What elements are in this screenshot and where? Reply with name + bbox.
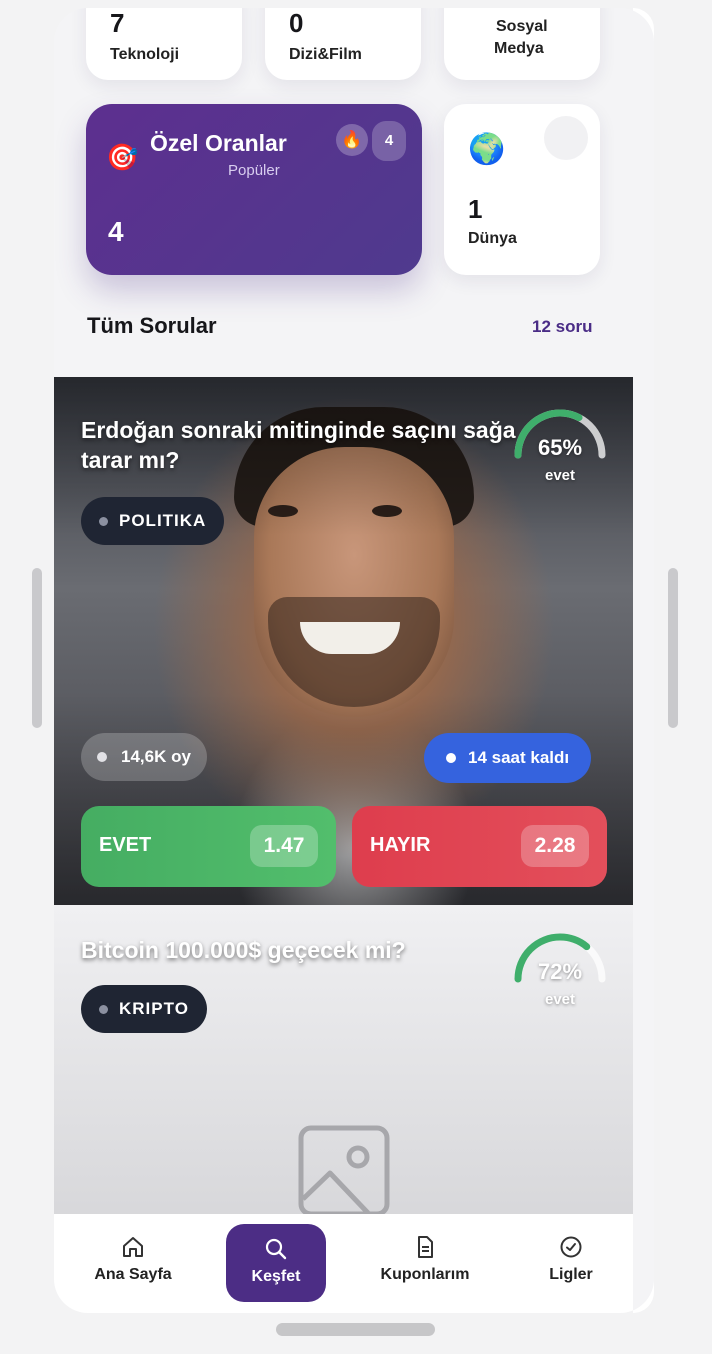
- category-tag: POLITIKA: [81, 497, 225, 545]
- question-card[interactable]: Erdoğan sonraki mitinginde saçını sağa t…: [54, 377, 633, 905]
- home-indicator[interactable]: [276, 1323, 435, 1336]
- section-title: Tüm Sorular: [87, 313, 217, 338]
- category-card-social-media[interactable]: Sosyal Medya: [444, 8, 600, 80]
- category-count: 7: [110, 8, 125, 38]
- search-icon: [226, 1234, 326, 1264]
- question-title: Erdoğan sonraki mitinginde saçını sağa t…: [81, 417, 516, 473]
- probability-gauge: 72% evet: [512, 933, 608, 1013]
- fire-icon: 🔥: [336, 124, 368, 156]
- category-label: Teknoloji: [110, 46, 180, 63]
- nav-item-home[interactable]: Ana Sayfa: [73, 1232, 193, 1284]
- bet-yes-odds: 1.47: [250, 825, 318, 867]
- special-odds-count: 4: [108, 216, 124, 247]
- category-label: Dizi&Film: [289, 46, 362, 63]
- side-button-right: [668, 568, 678, 728]
- dart-icon: 🎯: [106, 142, 139, 172]
- category-card-technology[interactable]: 7 Teknoloji: [86, 8, 242, 80]
- gauge-percent: 65%: [537, 435, 583, 460]
- explore-content: 7 Teknoloji 0 Dizi&Film Sosyal Medya 🎯 Ö…: [54, 8, 633, 1313]
- side-button-left: [32, 568, 42, 728]
- category-tag: KRIPTO: [81, 985, 207, 1033]
- bet-yes-label: EVET: [99, 834, 152, 856]
- special-odds-badge: 4: [372, 121, 406, 161]
- category-card-series-film[interactable]: 0 Dizi&Film: [265, 8, 421, 80]
- special-odds-subtitle: Popüler: [228, 162, 280, 179]
- bottom-navigation: Ana Sayfa Keşfet Kuponlarım Ligler: [54, 1214, 633, 1313]
- globe-icon: 🌍: [468, 133, 506, 166]
- nav-label: Ana Sayfa: [94, 1266, 172, 1283]
- bet-no-button[interactable]: HAYIR 2.28: [352, 806, 607, 887]
- check-circle-icon: [511, 1232, 631, 1262]
- category-label-line2: Medya: [494, 40, 544, 57]
- gauge-label: evet: [544, 467, 576, 484]
- home-icon: [73, 1232, 193, 1262]
- category-card-world[interactable]: 🌍 1 Dünya: [444, 104, 600, 275]
- vote-count: 14,6K oy: [81, 733, 207, 781]
- bet-yes-button[interactable]: EVET 1.47: [81, 806, 336, 887]
- bet-no-odds: 2.28: [521, 825, 589, 867]
- nav-label: Kuponlarım: [380, 1266, 470, 1283]
- nav-label: Ligler: [549, 1266, 593, 1283]
- probability-gauge: 65% evet: [512, 409, 608, 489]
- nav-item-coupons[interactable]: Kuponlarım: [365, 1232, 485, 1284]
- gauge-label: evet: [544, 991, 576, 1008]
- time-left-badge: 14 saat kaldı: [424, 733, 592, 783]
- gauge-percent: 72%: [537, 959, 583, 984]
- nav-label: Keşfet: [251, 1268, 301, 1285]
- nav-item-leagues[interactable]: Ligler: [511, 1232, 631, 1284]
- question-count: 12 soru: [532, 317, 593, 336]
- category-label: Dünya: [468, 230, 517, 247]
- phone-screen: 7 Teknoloji 0 Dizi&Film Sosyal Medya 🎯 Ö…: [54, 8, 654, 1313]
- decorative-circle: [544, 116, 588, 160]
- document-icon: [365, 1232, 485, 1262]
- nav-item-explore[interactable]: Keşfet: [226, 1224, 326, 1302]
- category-count: 0: [289, 8, 304, 38]
- question-title: Bitcoin 100.000$ geçecek mi?: [81, 937, 406, 963]
- image-placeholder-icon: [298, 1125, 390, 1217]
- special-odds-title: Özel Oranlar: [150, 130, 287, 156]
- category-label-line1: Sosyal: [496, 18, 548, 35]
- question-card[interactable]: Bitcoin 100.000$ geçecek mi? KRIPTO 72% …: [54, 905, 633, 1235]
- category-count: 1: [468, 194, 483, 224]
- bet-no-label: HAYIR: [370, 834, 431, 856]
- special-odds-card[interactable]: 🎯 Özel Oranlar Popüler 4 🔥 4: [86, 104, 422, 275]
